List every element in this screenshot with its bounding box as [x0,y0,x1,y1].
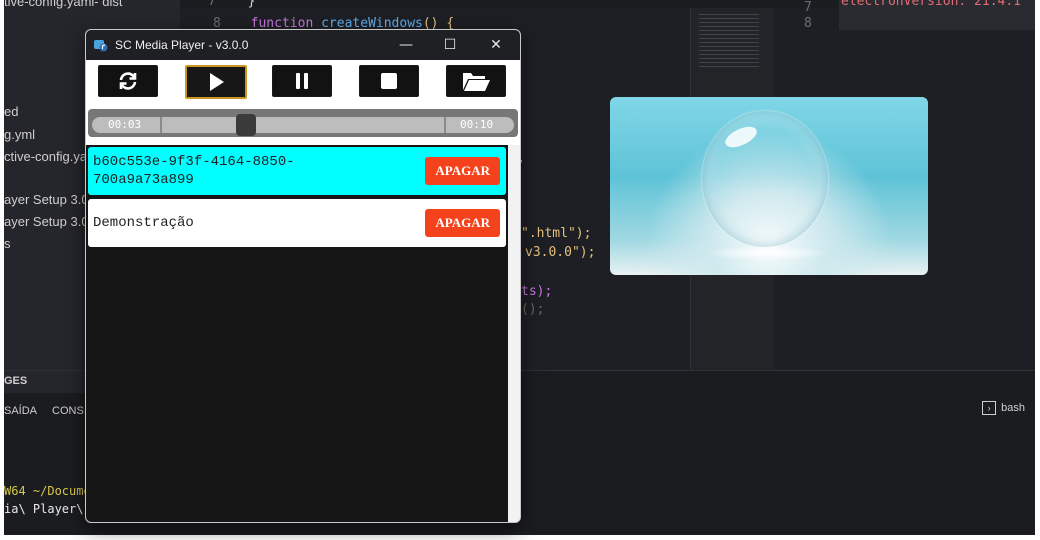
delete-button[interactable]: APAGAR [425,157,500,185]
water-drop-image [702,111,828,247]
play-icon [210,73,224,91]
secondary-editor-line: electronVersion: 21.4.1 [839,0,1035,30]
current-time: 00:03 [108,118,142,131]
playlist-scrollbar[interactable] [508,145,520,522]
refresh-icon [119,72,137,90]
seek-handle[interactable] [236,114,256,136]
seek-bar: 00:03 00:10 [88,109,518,137]
sidebar-file[interactable]: ayer Setup 3.0. [4,192,92,207]
sidebar-file[interactable]: tive-config.yaml- dist [4,0,122,9]
terminal-line: ia\ Player\ [4,502,84,516]
close-button[interactable]: ✕ [474,30,518,60]
playlist-item-label: Demonstração [93,215,194,231]
sidebar-file[interactable]: s [4,236,11,251]
code-line: 7 } [208,0,256,9]
playlist-item-label: b60c553e-9f3f-4164-8850- 700a9a73a899 [93,154,295,188]
open-folder-icon [463,73,490,91]
total-time: 00:10 [460,118,494,131]
minimize-button[interactable]: — [384,30,428,60]
code-fragment: v3.0.0"); [525,245,596,260]
tab-console[interactable]: CONS [52,405,84,417]
seek-track[interactable]: 00:03 00:10 [92,114,514,136]
code-fragment: ".html"); [521,226,592,241]
player-toolbar [86,60,520,102]
playlist: b60c553e-9f3f-4164-8850- 700a9a73a899 AP… [86,145,508,522]
window-titlebar[interactable]: SC Media Player - v3.0.0 — ☐ ✕ [86,30,520,60]
media-preview-image [610,97,928,275]
sidebar-file[interactable]: ayer Setup 3.0. [4,214,92,229]
open-folder-button[interactable] [446,65,506,97]
media-player-window: SC Media Player - v3.0.0 — ☐ ✕ 00:03 00:… [85,29,521,523]
playlist-item[interactable]: b60c553e-9f3f-4164-8850- 700a9a73a899 AP… [88,147,506,195]
maximize-button[interactable]: ☐ [428,30,472,60]
window-content: 00:03 00:10 b60c553e-9f3f-4164-8850- 700… [86,60,520,522]
terminal-prompt: W64 ~/Docume [4,484,91,498]
terminal-shell-selector[interactable]: › bash [982,401,1025,415]
play-button[interactable] [185,65,247,99]
refresh-button[interactable] [98,65,158,97]
pause-icon [296,73,308,89]
delete-button[interactable]: APAGAR [425,209,500,237]
stop-button[interactable] [359,65,419,97]
terminal-icon: › [982,401,997,415]
line-number: 8 [804,16,812,31]
sidebar-file[interactable]: ed [4,104,18,119]
playlist-item[interactable]: Demonstração APAGAR [88,199,506,247]
sidebar-file[interactable]: g.yml [4,127,35,142]
app-icon [94,40,108,52]
pause-button[interactable] [272,65,332,97]
window-title: SC Media Player - v3.0.0 [115,38,249,52]
tab-output[interactable]: SAÍDA [4,405,37,417]
stop-icon [381,73,397,89]
code-fragment: ts); [521,284,553,299]
code-fragment: (); [521,302,545,317]
